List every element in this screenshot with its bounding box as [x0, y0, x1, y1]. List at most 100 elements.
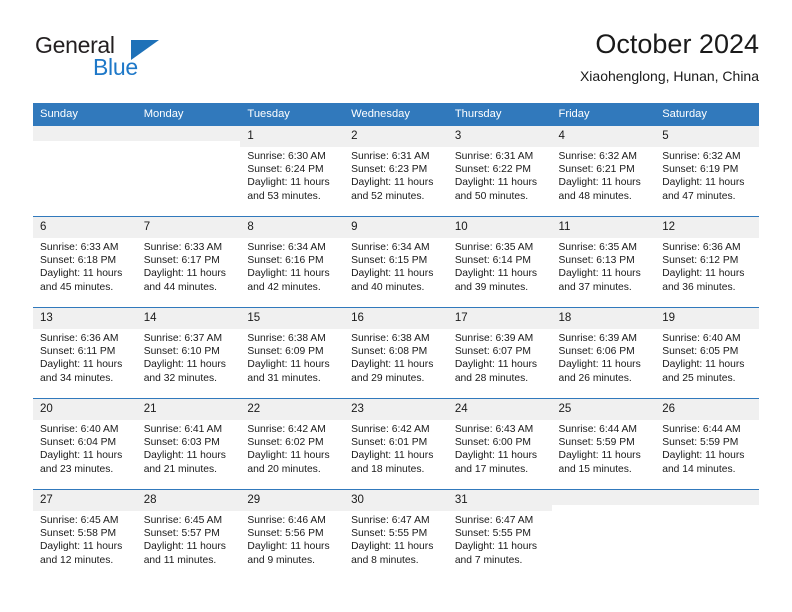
day-daylight-line1-text: Daylight: 11 hours	[454, 450, 538, 462]
day-daylight-line2-text: and 52 minutes.	[351, 190, 425, 202]
calendar-day-cell[interactable]: 18 Sunrise: 6:39 AM Sunset: 6:06 PM Dayligh…	[551, 307, 656, 399]
day-daylight-line1-text: Daylight: 11 hours	[247, 359, 330, 371]
generalblue-logo[interactable]: General Blue	[33, 28, 243, 84]
calendar-day-cell[interactable]: 7 Sunrise: 6:33 AM Sunset: 6:17 PM Daylight…	[136, 216, 241, 308]
day-daylight-line1-text: Daylight: 11 hours	[143, 359, 226, 371]
day-sun-info: Sunrise: 6:34 AM Sunset: 6:15 PM Daylight:…	[344, 238, 448, 294]
calendar-day-cell[interactable]: 21 Sunrise: 6:41 AM Sunset: 6:03 PM Dayligh…	[136, 398, 241, 490]
calendar-day-cell[interactable]: 13 Sunrise: 6:36 AM Sunset: 6:11 PM Dayligh…	[33, 307, 137, 399]
day-daylight-line1-text: Daylight: 11 hours	[351, 177, 434, 189]
day-number: 12	[655, 217, 759, 238]
calendar-day-cell-empty	[136, 126, 241, 217]
calendar-day-cell[interactable]: 31 Sunrise: 6:47 AM Sunset: 5:55 PM Dayligh…	[447, 489, 552, 580]
day-sun-info: Sunrise: 6:40 AM Sunset: 6:04 PM Daylight:…	[33, 420, 137, 476]
weekday-header-friday: Friday	[551, 103, 656, 126]
day-daylight-line2-text: and 11 minutes.	[143, 554, 217, 566]
day-sun-info: Sunrise: 6:31 AM Sunset: 6:23 PM Daylight:…	[344, 147, 448, 203]
title-block: October 2024 Xiaohenglong, Hunan, China	[580, 28, 759, 86]
calendar-day-cell[interactable]: 15 Sunrise: 6:38 AM Sunset: 6:09 PM Dayligh…	[240, 307, 345, 399]
day-sunset-text: Sunset: 5:57 PM	[143, 528, 220, 540]
day-sunset-text: Sunset: 6:09 PM	[247, 346, 324, 358]
day-sunset-text: Sunset: 6:18 PM	[40, 255, 117, 267]
day-number: 9	[344, 217, 448, 238]
day-daylight-line1-text: Daylight: 11 hours	[247, 177, 330, 189]
day-sunrise-text: Sunrise: 6:37 AM	[143, 333, 223, 344]
day-sunset-text: Sunset: 6:11 PM	[40, 346, 116, 358]
day-sunset-text: Sunset: 6:06 PM	[558, 346, 635, 358]
day-sunrise-text: Sunrise: 6:45 AM	[143, 515, 223, 526]
day-daylight-line1-text: Daylight: 11 hours	[662, 268, 745, 280]
calendar-day-cell[interactable]: 29 Sunrise: 6:46 AM Sunset: 5:56 PM Dayligh…	[240, 489, 345, 580]
calendar-day-cell[interactable]: 8 Sunrise: 6:34 AM Sunset: 6:16 PM Daylight…	[240, 216, 345, 308]
calendar-day-cell[interactable]: 25 Sunrise: 6:44 AM Sunset: 5:59 PM Dayligh…	[551, 398, 656, 490]
calendar-day-cell[interactable]: 9 Sunrise: 6:34 AM Sunset: 6:15 PM Daylight…	[344, 216, 448, 308]
calendar-body: 1 Sunrise: 6:30 AM Sunset: 6:24 PM Daylight…	[33, 126, 759, 580]
calendar-day-cell[interactable]: 3 Sunrise: 6:31 AM Sunset: 6:22 PM Daylight…	[447, 126, 552, 217]
calendar-day-cell[interactable]: 17 Sunrise: 6:39 AM Sunset: 6:07 PM Dayligh…	[447, 307, 552, 399]
day-sun-info: Sunrise: 6:38 AM Sunset: 6:09 PM Daylight:…	[240, 329, 344, 385]
day-sunset-text: Sunset: 5:56 PM	[247, 528, 324, 540]
day-daylight-line2-text: and 15 minutes.	[558, 463, 632, 475]
calendar-day-cell[interactable]: 19 Sunrise: 6:40 AM Sunset: 6:05 PM Dayligh…	[655, 307, 759, 399]
day-sunset-text: Sunset: 6:03 PM	[143, 437, 220, 449]
day-sunset-text: Sunset: 6:14 PM	[454, 255, 531, 267]
day-sunrise-text: Sunrise: 6:38 AM	[351, 333, 430, 344]
day-daylight-line1-text: Daylight: 11 hours	[40, 450, 123, 462]
day-daylight-line1-text: Daylight: 11 hours	[40, 268, 123, 280]
calendar-day-cell[interactable]: 23 Sunrise: 6:42 AM Sunset: 6:01 PM Dayligh…	[344, 398, 448, 490]
calendar-day-cell[interactable]: 6 Sunrise: 6:33 AM Sunset: 6:18 PM Daylight…	[33, 216, 137, 308]
day-sunrise-text: Sunrise: 6:44 AM	[558, 424, 637, 435]
day-daylight-line2-text: and 42 minutes.	[247, 281, 321, 293]
day-sun-info: Sunrise: 6:45 AM Sunset: 5:57 PM Daylight:…	[137, 511, 241, 567]
calendar-day-cell[interactable]: 30 Sunrise: 6:47 AM Sunset: 5:55 PM Dayligh…	[344, 489, 448, 580]
weekday-header-monday: Monday	[136, 103, 241, 126]
day-daylight-line2-text: and 8 minutes.	[351, 554, 419, 566]
day-daylight-line1-text: Daylight: 11 hours	[247, 541, 330, 553]
day-sunrise-text: Sunrise: 6:41 AM	[143, 424, 223, 435]
calendar-day-cell[interactable]: 14 Sunrise: 6:37 AM Sunset: 6:10 PM Dayligh…	[136, 307, 241, 399]
calendar-week-row: 27 Sunrise: 6:45 AM Sunset: 5:58 PM Dayligh…	[33, 489, 759, 580]
calendar-day-cell[interactable]: 22 Sunrise: 6:42 AM Sunset: 6:02 PM Dayligh…	[240, 398, 345, 490]
calendar-day-cell[interactable]: 26 Sunrise: 6:44 AM Sunset: 5:59 PM Dayligh…	[655, 398, 759, 490]
calendar-day-cell[interactable]: 28 Sunrise: 6:45 AM Sunset: 5:57 PM Dayligh…	[136, 489, 241, 580]
day-daylight-line2-text: and 45 minutes.	[40, 281, 114, 293]
day-sunrise-text: Sunrise: 6:35 AM	[454, 242, 534, 253]
calendar-header-row: Sunday Monday Tuesday Wednesday Thursday Frid…	[33, 103, 759, 126]
day-daylight-line2-text: and 40 minutes.	[351, 281, 425, 293]
calendar-day-cell[interactable]: 2 Sunrise: 6:31 AM Sunset: 6:23 PM Daylight…	[344, 126, 448, 217]
day-sunrise-text: Sunrise: 6:46 AM	[247, 515, 326, 526]
day-number: 4	[551, 126, 656, 147]
calendar-day-cell[interactable]: 12 Sunrise: 6:36 AM Sunset: 6:12 PM Dayligh…	[655, 216, 759, 308]
day-daylight-line1-text: Daylight: 11 hours	[40, 359, 123, 371]
calendar-day-cell[interactable]: 11 Sunrise: 6:35 AM Sunset: 6:13 PM Dayligh…	[551, 216, 656, 308]
day-number: 31	[447, 490, 552, 511]
calendar-day-cell[interactable]: 27 Sunrise: 6:45 AM Sunset: 5:58 PM Dayligh…	[33, 489, 137, 580]
calendar-day-cell-empty	[33, 126, 137, 217]
day-daylight-line1-text: Daylight: 11 hours	[454, 359, 538, 371]
day-daylight-line2-text: and 47 minutes.	[662, 190, 736, 202]
day-sunset-text: Sunset: 6:05 PM	[662, 346, 739, 358]
calendar-day-cell[interactable]: 24 Sunrise: 6:43 AM Sunset: 6:00 PM Dayligh…	[447, 398, 552, 490]
day-number: 3	[447, 126, 552, 147]
calendar-week-row: 20 Sunrise: 6:40 AM Sunset: 6:04 PM Dayligh…	[33, 398, 759, 490]
day-sunset-text: Sunset: 6:23 PM	[351, 164, 428, 176]
day-sun-info: Sunrise: 6:43 AM Sunset: 6:00 PM Daylight:…	[448, 420, 552, 476]
day-number: 19	[655, 308, 759, 329]
day-sunrise-text: Sunrise: 6:43 AM	[454, 424, 534, 435]
day-daylight-line2-text: and 32 minutes.	[143, 372, 217, 384]
calendar-week-row: 1 Sunrise: 6:30 AM Sunset: 6:24 PM Daylight…	[33, 126, 759, 217]
day-sunset-text: Sunset: 5:55 PM	[454, 528, 531, 540]
day-daylight-line1-text: Daylight: 11 hours	[454, 177, 538, 189]
calendar-day-cell[interactable]: 20 Sunrise: 6:40 AM Sunset: 6:04 PM Dayligh…	[33, 398, 137, 490]
day-sunset-text: Sunset: 6:00 PM	[454, 437, 531, 449]
day-daylight-line2-text: and 20 minutes.	[247, 463, 321, 475]
calendar-day-cell[interactable]: 1 Sunrise: 6:30 AM Sunset: 6:24 PM Daylight…	[240, 126, 345, 217]
calendar-day-cell[interactable]: 5 Sunrise: 6:32 AM Sunset: 6:19 PM Daylight…	[655, 126, 759, 217]
calendar-day-cell-empty	[551, 489, 656, 580]
day-number	[551, 490, 656, 505]
day-daylight-line1-text: Daylight: 11 hours	[454, 541, 538, 553]
calendar-day-cell[interactable]: 10 Sunrise: 6:35 AM Sunset: 6:14 PM Dayligh…	[447, 216, 552, 308]
day-number: 5	[655, 126, 759, 147]
calendar-day-cell[interactable]: 4 Sunrise: 6:32 AM Sunset: 6:21 PM Daylight…	[551, 126, 656, 217]
calendar-day-cell[interactable]: 16 Sunrise: 6:38 AM Sunset: 6:08 PM Dayligh…	[344, 307, 448, 399]
